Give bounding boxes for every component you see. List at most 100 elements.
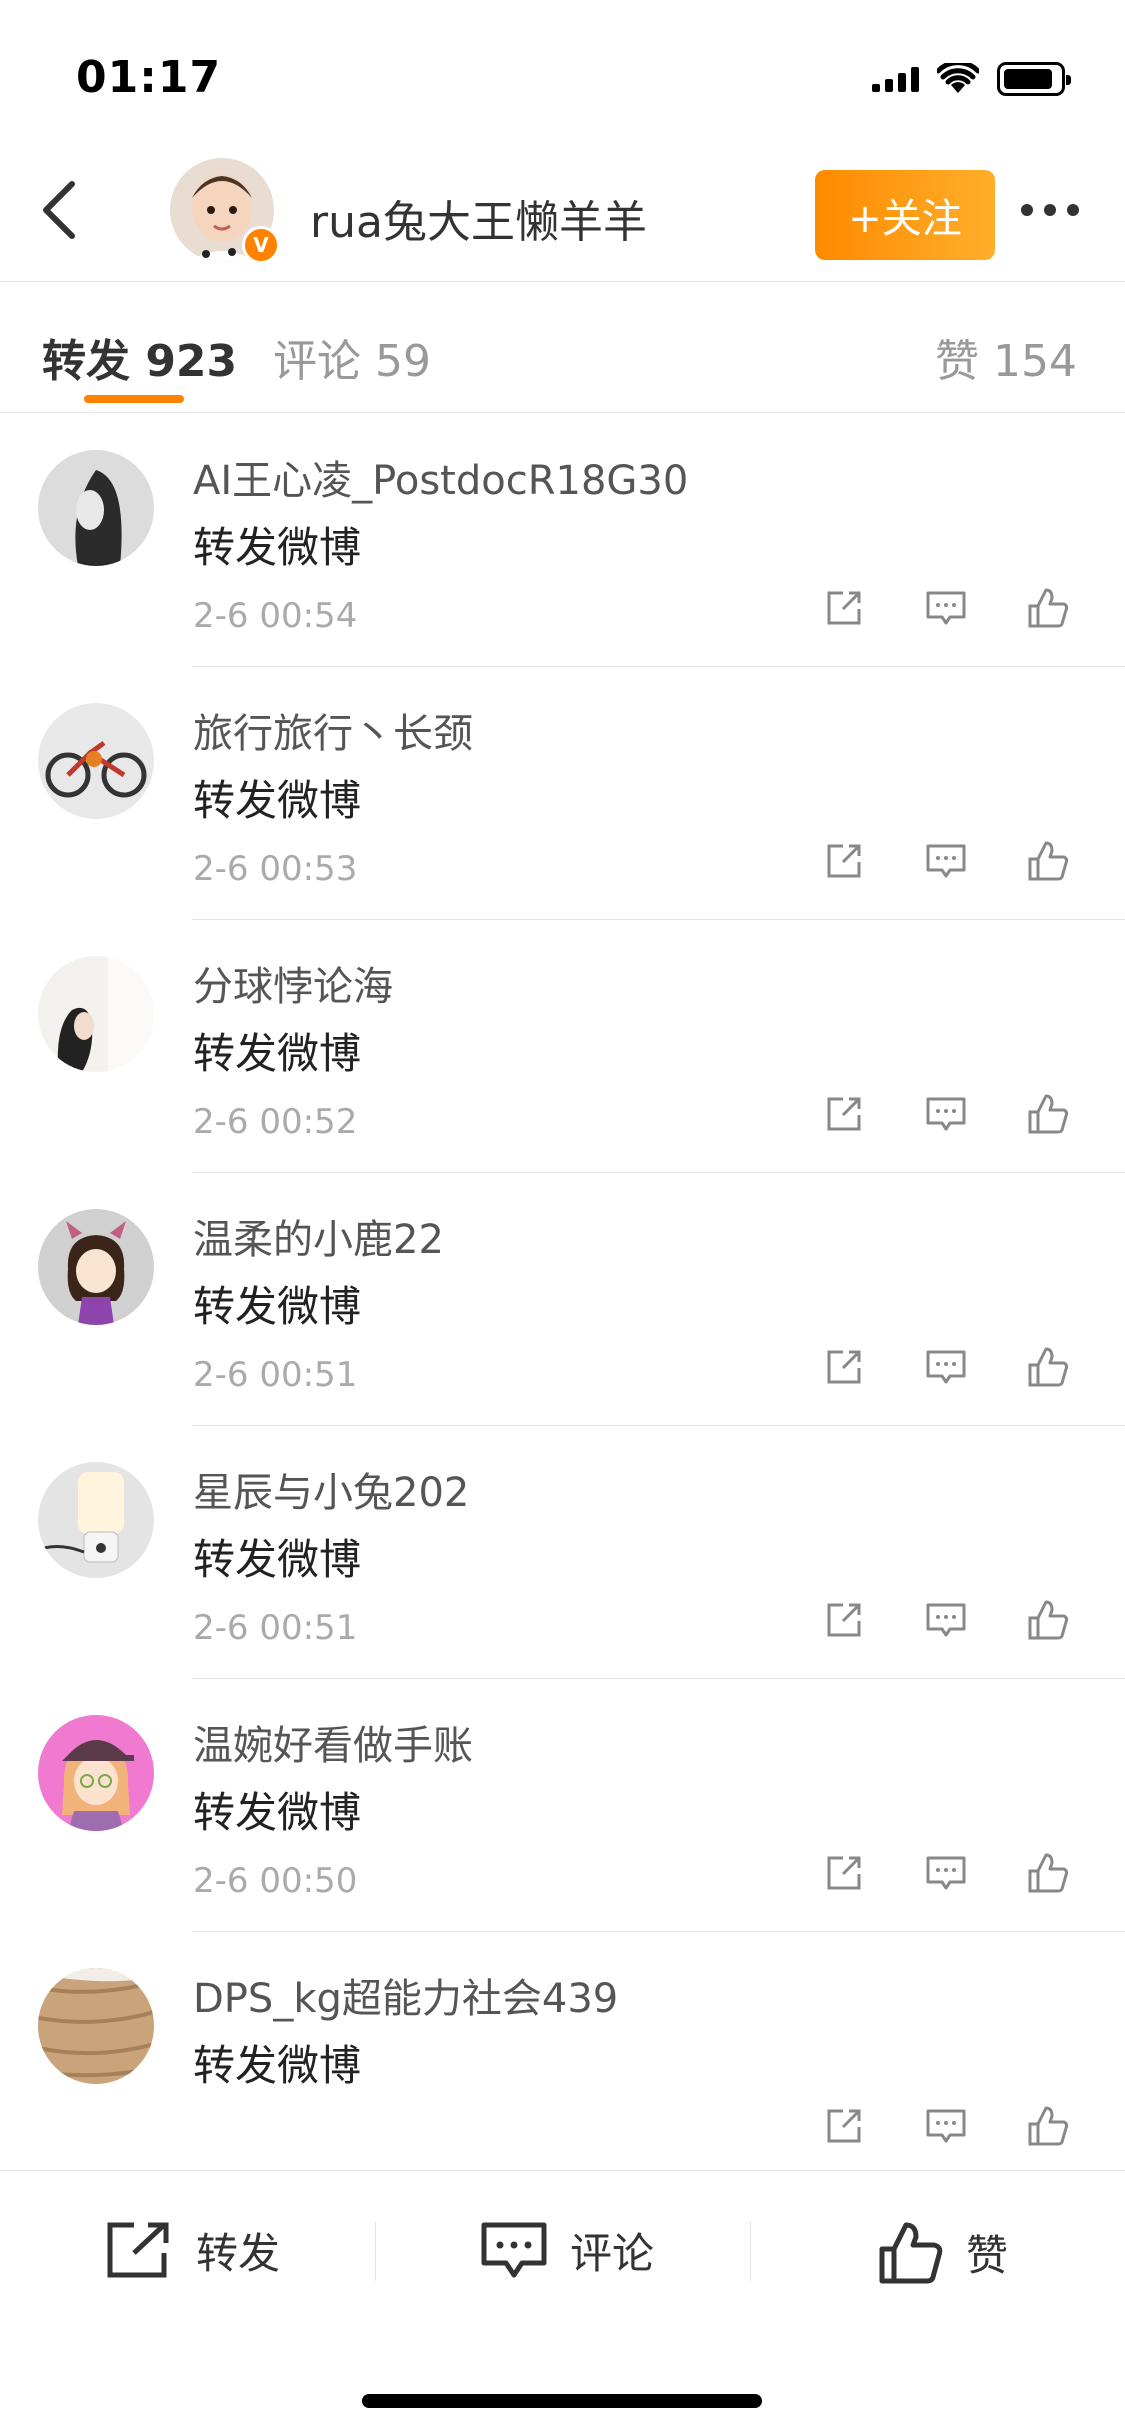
list-item[interactable]: 星辰与小兔202 转发微博 2-6 00:51 — [0, 1426, 1125, 1679]
bottom-repost-label: 转发 — [196, 2228, 281, 2278]
avatar[interactable] — [38, 450, 154, 566]
share-icon — [107, 2222, 169, 2278]
repost-user-name[interactable]: 温柔的小鹿22 — [193, 1207, 444, 1265]
wifi-icon — [937, 63, 979, 93]
list-item[interactable]: AI王心凌_PostdocR18G30 转发微博 2-6 00:54 — [0, 414, 1125, 667]
row-actions — [820, 1343, 1072, 1391]
tab-comment[interactable]: 评论 59 — [273, 325, 431, 389]
thumbs-up-icon — [1028, 1094, 1069, 1134]
avatar[interactable] — [38, 1209, 154, 1325]
repost-user-name[interactable]: AI王心凌_PostdocR18G30 — [193, 448, 688, 506]
like-button[interactable] — [1024, 1090, 1072, 1138]
like-button[interactable] — [1024, 584, 1072, 632]
repost-text: 转发微博 — [193, 1282, 362, 1331]
verified-badge: V — [242, 226, 280, 264]
list-item[interactable]: DPS_kg超能力社会439 转发微博 — [0, 1932, 1125, 2169]
share-icon — [827, 1603, 861, 1637]
avatar[interactable] — [38, 956, 154, 1072]
repost-user-name[interactable]: DPS_kg超能力社会439 — [193, 1966, 618, 2024]
repost-user-name[interactable]: 温婉好看做手账 — [193, 1713, 473, 1771]
follow-button[interactable]: +关注 — [815, 170, 995, 260]
comment-icon — [926, 844, 966, 878]
comment-icon — [926, 2109, 966, 2143]
thumbs-up-icon — [879, 2222, 943, 2284]
user-avatar[interactable]: V — [170, 158, 280, 268]
user-name[interactable]: rua兔大王懒羊羊 — [310, 186, 647, 250]
more-dot-icon — [1021, 204, 1033, 216]
thumbs-up-icon — [1028, 588, 1069, 628]
avatar[interactable] — [38, 703, 154, 819]
repost-button[interactable] — [820, 2102, 868, 2150]
repost-button[interactable] — [820, 1343, 868, 1391]
battery-icon — [997, 62, 1071, 96]
share-icon — [827, 591, 861, 625]
bottom-comment-button[interactable]: 评论 — [480, 2219, 654, 2281]
list-item[interactable]: 旅行旅行丶长颈 转发微博 2-6 00:53 — [0, 667, 1125, 920]
list-item[interactable]: 温柔的小鹿22 转发微博 2-6 00:51 — [0, 1173, 1125, 1426]
avatar[interactable] — [38, 1968, 154, 2084]
like-button[interactable] — [1024, 1343, 1072, 1391]
repost-time: 2-6 00:50 — [193, 1861, 358, 1901]
bottom-comment-label: 评论 — [570, 2228, 655, 2278]
repost-list: AI王心凌_PostdocR18G30 转发微博 2-6 00:54 旅行旅行丶… — [0, 414, 1125, 2169]
comment-button[interactable] — [922, 837, 970, 885]
bottom-like-label: 赞 — [966, 2230, 1009, 2280]
repost-text: 转发微博 — [193, 1029, 362, 1078]
repost-time: 2-6 00:53 — [193, 849, 358, 889]
repost-user-name[interactable]: 星辰与小兔202 — [193, 1460, 469, 1518]
comment-button[interactable] — [922, 584, 970, 632]
repost-user-name[interactable]: 旅行旅行丶长颈 — [193, 701, 473, 759]
avatar[interactable] — [38, 1462, 154, 1578]
repost-time: 2-6 00:52 — [193, 1102, 358, 1142]
comment-button[interactable] — [922, 2102, 970, 2150]
like-button[interactable] — [1024, 1596, 1072, 1644]
repost-text: 转发微博 — [193, 1535, 362, 1584]
back-button[interactable] — [28, 180, 88, 240]
tab-like[interactable]: 赞 154 — [935, 325, 1077, 389]
tab-repost[interactable]: 转发 923 — [42, 325, 237, 389]
home-indicator — [362, 2394, 762, 2408]
repost-text: 转发微博 — [193, 2041, 362, 2090]
status-icons — [872, 62, 1071, 96]
repost-text: 转发微博 — [193, 776, 362, 825]
bottom-like-button[interactable]: 赞 — [878, 2219, 1008, 2285]
share-icon — [827, 844, 861, 878]
row-actions — [820, 1596, 1072, 1644]
bottom-repost-button[interactable]: 转发 — [104, 2219, 280, 2281]
list-item[interactable]: 温婉好看做手账 转发微博 2-6 00:50 — [0, 1679, 1125, 1932]
repost-user-name[interactable]: 分球悖论海 — [193, 954, 393, 1012]
repost-button[interactable] — [820, 1596, 868, 1644]
comment-icon — [926, 1856, 966, 1890]
comment-button[interactable] — [922, 1849, 970, 1897]
list-item[interactable]: 分球悖论海 转发微博 2-6 00:52 — [0, 920, 1125, 1173]
more-options-button[interactable] — [1010, 190, 1090, 230]
share-icon — [827, 2109, 861, 2143]
share-icon — [827, 1097, 861, 1131]
row-actions — [820, 2102, 1072, 2150]
row-actions — [820, 837, 1072, 885]
chevron-left-icon — [43, 181, 75, 239]
cellular-signal-icon — [872, 66, 919, 92]
comment-button[interactable] — [922, 1596, 970, 1644]
row-actions — [820, 1090, 1072, 1138]
avatar[interactable] — [38, 1715, 154, 1831]
comment-button[interactable] — [922, 1343, 970, 1391]
more-dot-icon — [1044, 204, 1056, 216]
comment-icon — [926, 591, 966, 625]
repost-button[interactable] — [820, 1849, 868, 1897]
row-actions — [820, 1849, 1072, 1897]
comment-button[interactable] — [922, 1090, 970, 1138]
comment-icon — [926, 1097, 966, 1131]
repost-button[interactable] — [820, 837, 868, 885]
like-button[interactable] — [1024, 1849, 1072, 1897]
divider — [375, 2221, 376, 2281]
tab-active-indicator — [84, 395, 184, 403]
row-actions — [820, 584, 1072, 632]
header: V rua兔大王懒羊羊 +关注 — [0, 140, 1125, 282]
repost-button[interactable] — [820, 584, 868, 632]
share-icon — [827, 1350, 861, 1384]
thumbs-up-icon — [1028, 2106, 1069, 2146]
like-button[interactable] — [1024, 2102, 1072, 2150]
like-button[interactable] — [1024, 837, 1072, 885]
repost-button[interactable] — [820, 1090, 868, 1138]
